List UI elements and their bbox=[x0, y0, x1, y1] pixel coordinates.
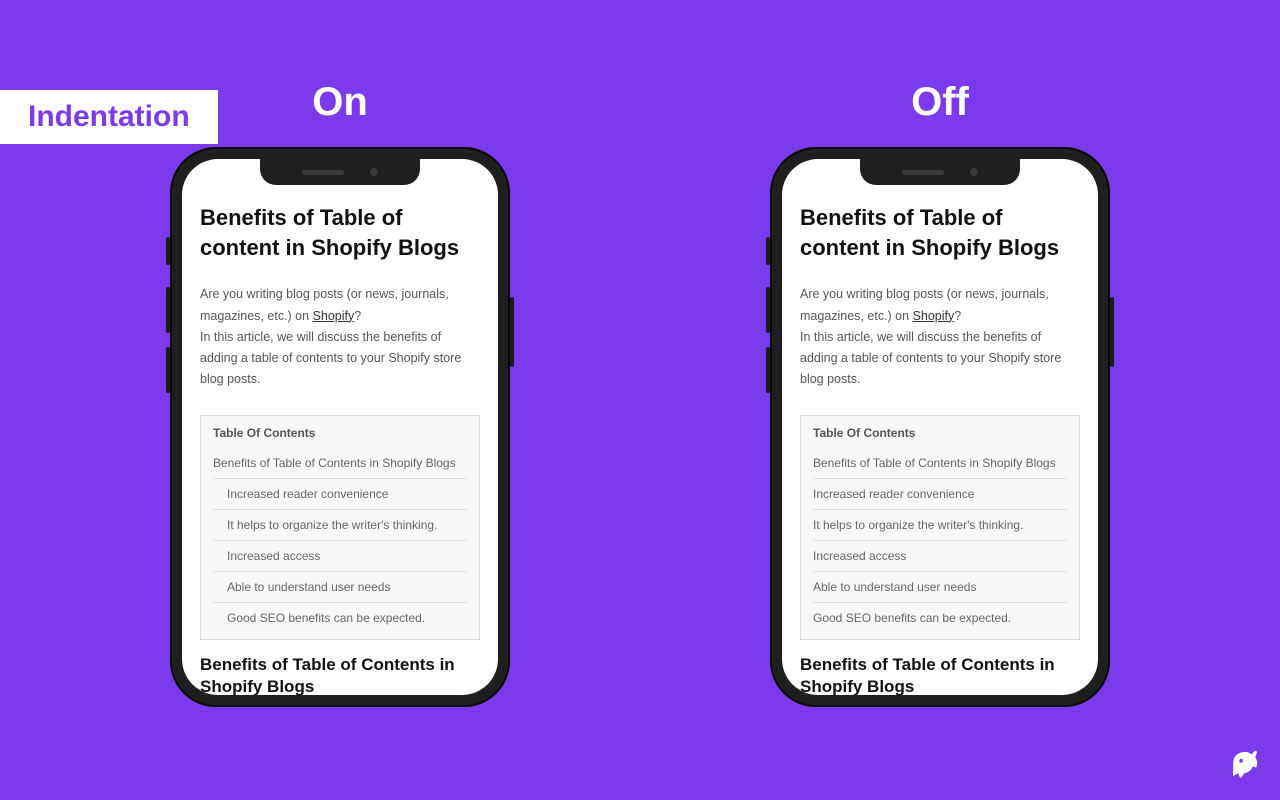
section-heading: Benefits of Table of Contents in Shopify… bbox=[200, 654, 480, 695]
phone-side-button bbox=[166, 287, 170, 333]
toc-item[interactable]: It helps to organize the writer's thinki… bbox=[813, 510, 1067, 541]
toc-item[interactable]: Good SEO benefits can be expected. bbox=[213, 603, 467, 633]
phone-notch bbox=[860, 159, 1020, 185]
column-on: On Benefits of Table of content in Shopi… bbox=[170, 80, 510, 707]
speaker-icon bbox=[902, 170, 944, 175]
phone-side-button bbox=[766, 237, 770, 265]
toc-widget: Table Of Contents Benefits of Table of C… bbox=[800, 415, 1080, 640]
phone-side-button bbox=[510, 297, 514, 367]
toc-item[interactable]: Able to understand user needs bbox=[813, 572, 1067, 603]
toc-item[interactable]: Benefits of Table of Contents in Shopify… bbox=[813, 448, 1067, 479]
toc-title: Table Of Contents bbox=[813, 426, 1067, 440]
phone-side-button bbox=[166, 347, 170, 393]
phone-side-button bbox=[766, 347, 770, 393]
toc-item[interactable]: It helps to organize the writer's thinki… bbox=[213, 510, 467, 541]
intro-text: ? bbox=[354, 309, 361, 323]
toc-item[interactable]: Able to understand user needs bbox=[213, 572, 467, 603]
phone-mockup: Benefits of Table of content in Shopify … bbox=[170, 147, 510, 707]
phone-notch bbox=[260, 159, 420, 185]
toc-title: Table Of Contents bbox=[213, 426, 467, 440]
camera-icon bbox=[970, 168, 978, 176]
toc-item[interactable]: Increased reader convenience bbox=[813, 479, 1067, 510]
phone-screen: Benefits of Table of content in Shopify … bbox=[782, 159, 1098, 695]
article-intro: Are you writing blog posts (or news, jou… bbox=[200, 284, 480, 390]
phone-screen: Benefits of Table of content in Shopify … bbox=[182, 159, 498, 695]
phone-side-button bbox=[766, 287, 770, 333]
toc-item[interactable]: Good SEO benefits can be expected. bbox=[813, 603, 1067, 633]
toc-widget: Table Of Contents Benefits of Table of C… bbox=[200, 415, 480, 640]
toc-item[interactable]: Increased access bbox=[213, 541, 467, 572]
intro-text: In this article, we will discuss the ben… bbox=[800, 330, 1061, 387]
intro-text: In this article, we will discuss the ben… bbox=[200, 330, 461, 387]
toc-item[interactable]: Benefits of Table of Contents in Shopify… bbox=[213, 448, 467, 479]
toc-item[interactable]: Increased access bbox=[813, 541, 1067, 572]
column-label-off: Off bbox=[911, 80, 969, 125]
brand-logo-icon bbox=[1220, 739, 1264, 788]
section-heading: Benefits of Table of Contents in Shopify… bbox=[800, 654, 1080, 695]
article-title: Benefits of Table of content in Shopify … bbox=[200, 203, 480, 262]
speaker-icon bbox=[302, 170, 344, 175]
article-title: Benefits of Table of content in Shopify … bbox=[800, 203, 1080, 262]
phone-mockup: Benefits of Table of content in Shopify … bbox=[770, 147, 1110, 707]
feature-badge: Indentation bbox=[0, 90, 218, 144]
shopify-link[interactable]: Shopify bbox=[313, 309, 355, 323]
column-off: Off Benefits of Table of content in Shop… bbox=[770, 80, 1110, 707]
intro-text: ? bbox=[954, 309, 961, 323]
camera-icon bbox=[370, 168, 378, 176]
toc-item[interactable]: Increased reader convenience bbox=[213, 479, 467, 510]
shopify-link[interactable]: Shopify bbox=[913, 309, 955, 323]
phone-side-button bbox=[166, 237, 170, 265]
phone-side-button bbox=[1110, 297, 1114, 367]
column-label-on: On bbox=[312, 80, 368, 125]
article-intro: Are you writing blog posts (or news, jou… bbox=[800, 284, 1080, 390]
